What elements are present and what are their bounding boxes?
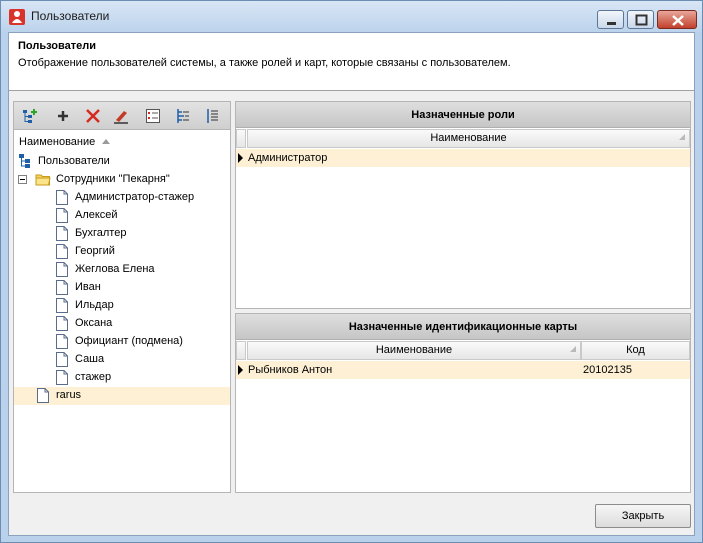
window-title: Пользователи <box>31 9 110 23</box>
tree-add-icon <box>23 109 37 123</box>
current-row-arrow-icon <box>238 153 243 163</box>
roles-row[interactable]: Администратор <box>236 149 690 167</box>
column-resize-icon <box>679 134 685 140</box>
header-panel: Пользователи Отображение пользователей с… <box>9 33 694 91</box>
column-resize-icon <box>570 346 576 352</box>
tree-user-item[interactable]: Алексей <box>14 207 230 225</box>
tree-user-item[interactable]: Официант (подмена) <box>14 333 230 351</box>
document-icon <box>56 298 68 313</box>
tree-users-icon <box>19 154 30 168</box>
header-description: Отображение пользователей системы, а так… <box>18 57 511 69</box>
client-area: Пользователи Отображение пользователей с… <box>8 32 695 536</box>
collapse-toggle-icon[interactable] <box>18 175 27 184</box>
expand-all-button[interactable] <box>172 106 194 126</box>
cards-row[interactable]: Рыбников Антон 20102135 <box>236 361 690 379</box>
document-icon <box>56 226 68 241</box>
tree-user-item[interactable]: Жеглова Елена <box>14 261 230 279</box>
tree-user-item[interactable]: Оксана <box>14 315 230 333</box>
close-window-button[interactable] <box>657 10 697 29</box>
minimize-button[interactable] <box>597 10 624 29</box>
add-group-button[interactable] <box>19 106 41 126</box>
app-icon <box>9 9 25 25</box>
delete-button[interactable] <box>82 106 104 126</box>
close-button[interactable]: Закрыть <box>595 504 691 528</box>
cards-column-name[interactable]: Наименование <box>247 341 581 360</box>
document-icon <box>56 208 68 223</box>
plus-icon <box>58 111 68 121</box>
cards-column-code[interactable]: Код <box>581 341 690 360</box>
tree-user-item[interactable]: Бухгалтер <box>14 225 230 243</box>
roles-column-name[interactable]: Наименование <box>247 129 690 148</box>
tree-toolbar <box>14 102 230 130</box>
document-icon <box>56 316 68 331</box>
document-icon <box>56 262 68 277</box>
edit-button[interactable] <box>110 106 132 126</box>
document-icon <box>56 370 68 385</box>
tree-user-item[interactable]: Администратор-стажер <box>14 189 230 207</box>
red-x-icon <box>86 109 100 123</box>
collapse-all-button[interactable] <box>202 106 224 126</box>
tree-user-item-selected[interactable]: rarus <box>14 387 230 405</box>
tree-column-header[interactable]: Наименование <box>19 136 95 148</box>
tree-user-item[interactable]: Георгий <box>14 243 230 261</box>
tree-user-item[interactable]: Саша <box>14 351 230 369</box>
sort-ascending-icon <box>102 139 110 144</box>
document-icon <box>56 280 68 295</box>
header-title: Пользователи <box>18 40 97 52</box>
assigned-cards-panel: Назначенные идентификационные карты Наим… <box>235 313 691 493</box>
cards-title: Назначенные идентификационные карты <box>236 314 690 340</box>
tree-root[interactable]: Пользователи <box>14 153 230 171</box>
list-properties-icon <box>146 109 160 123</box>
tree-user-item[interactable]: стажер <box>14 369 230 387</box>
row-indicator-header <box>236 129 246 148</box>
document-icon <box>56 244 68 259</box>
add-button[interactable] <box>52 106 74 126</box>
maximize-button[interactable] <box>627 10 654 29</box>
current-row-arrow-icon <box>238 365 243 375</box>
tree-collapse-icon <box>207 109 218 123</box>
document-icon <box>56 334 68 349</box>
tree-expand-icon <box>177 109 189 123</box>
tree-user-item[interactable]: Иван <box>14 279 230 297</box>
properties-button[interactable] <box>142 106 164 126</box>
document-icon <box>37 388 49 403</box>
assigned-roles-panel: Назначенные роли Наименование Администра… <box>235 101 691 309</box>
document-icon <box>56 352 68 367</box>
folder-icon <box>35 174 51 186</box>
title-bar[interactable]: Пользователи <box>1 1 702 32</box>
users-window: Пользователи Пользователи Отображение по… <box>0 0 703 543</box>
document-icon <box>56 190 68 205</box>
tree-user-item[interactable]: Ильдар <box>14 297 230 315</box>
pencil-icon <box>114 111 128 124</box>
tree-group[interactable]: Сотрудники "Пекарня" <box>14 171 230 189</box>
roles-title: Назначенные роли <box>236 102 690 128</box>
users-tree-panel: Наименование Пользователи Сотрудники "Пе… <box>13 101 231 493</box>
row-indicator-header <box>236 341 246 360</box>
